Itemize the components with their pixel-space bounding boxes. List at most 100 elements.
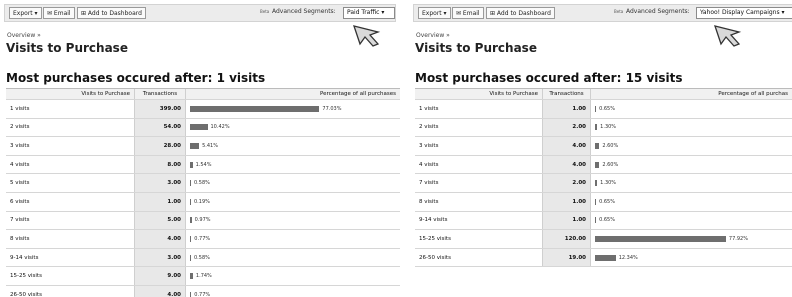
right-report-panel: Export ▾ ✉ Email ⊞ Add to Dashboard Beta…: [409, 0, 792, 297]
percentage-bar: [595, 105, 597, 112]
percentage-label: 1.30%: [600, 180, 617, 187]
transactions-cell: 4.00: [542, 155, 591, 174]
percentage-bar: [595, 217, 597, 224]
percentage-label: 0.58%: [194, 254, 210, 261]
transactions-cell: 120.00: [542, 230, 591, 248]
page-title: Visits to Purchase: [6, 41, 128, 55]
add-to-dashboard-button[interactable]: ⊞ Add to Dashboard: [77, 7, 146, 19]
percentage-bar: [190, 198, 191, 205]
transactions-cell: 9.00: [134, 267, 186, 285]
percentage-bar: [595, 254, 616, 261]
transactions-cell: 8.00: [134, 155, 186, 174]
table-row: 8 visits 1.00 0.65%: [415, 192, 792, 212]
visits-cell: 7 visits: [10, 217, 30, 224]
column-header-percentage[interactable]: Percentage of all purchases: [186, 89, 400, 99]
percentage-label: 12.34%: [618, 254, 638, 261]
add-to-dashboard-button[interactable]: ⊞ Add to Dashboard: [486, 7, 555, 19]
visits-cell: 8 visits: [10, 235, 30, 242]
transactions-cell: 1.00: [542, 211, 591, 230]
percentage-cell: 12.34%: [591, 249, 792, 267]
percentage-bar: [190, 180, 191, 187]
table-row: 4 visits 8.00 1.54%: [6, 155, 400, 175]
table-row: 15-25 visits 9.00 1.74%: [6, 267, 400, 286]
percentage-label: 0.77%: [194, 291, 211, 297]
percentage-bar: [190, 235, 192, 242]
transactions-cell: 3.00: [134, 248, 186, 267]
percentage-cell: 1.30%: [591, 174, 792, 192]
table-row: 2 visits 54.00 10.42%: [6, 118, 400, 138]
percentage-cell: 2.60%: [591, 137, 792, 155]
percentage-cell: 0.58%: [186, 249, 400, 267]
summary-headline: Most purchases occured after: 15 visits: [415, 71, 683, 85]
transactions-cell: 19.00: [542, 248, 591, 267]
percentage-bar: [190, 142, 200, 149]
breadcrumb[interactable]: Overview »: [416, 32, 450, 39]
percentage-label: 1.30%: [600, 124, 617, 131]
percentage-cell: 1.74%: [186, 267, 400, 285]
percentage-cell: 1.54%: [186, 156, 400, 174]
email-button[interactable]: ✉ Email: [452, 7, 484, 19]
percentage-cell: 0.19%: [186, 193, 400, 211]
percentage-label: 0.65%: [599, 105, 615, 112]
segment-select[interactable]: Paid Traffic ▾: [343, 7, 395, 19]
table-row: 26-50 visits 19.00 12.34%: [415, 248, 792, 268]
percentage-label: 10.42%: [210, 124, 230, 131]
percentage-cell: 0.65%: [591, 193, 792, 211]
table-row: 9-14 visits 1.00 0.65%: [415, 211, 792, 231]
column-header-transactions[interactable]: Transactions: [542, 89, 591, 99]
column-header-transactions[interactable]: Transactions: [134, 89, 186, 99]
percentage-bar: [190, 105, 320, 112]
percentage-cell: 77.03%: [186, 100, 400, 118]
visits-cell: 15-25 visits: [419, 235, 451, 242]
visits-cell: 4 visits: [10, 161, 30, 168]
column-header-visits[interactable]: Visits to Purchase: [415, 89, 542, 99]
email-button[interactable]: ✉ Email: [43, 7, 75, 19]
percentage-cell: 0.65%: [591, 212, 792, 230]
percentage-bar: [190, 291, 192, 297]
transactions-cell: 399.00: [134, 100, 186, 118]
visits-table: Visits to Purchase Transactions Percentage…: [415, 88, 792, 268]
percentage-cell: 10.42%: [186, 119, 400, 137]
percentage-label: 0.65%: [599, 198, 615, 205]
visits-cell: 2 visits: [10, 124, 30, 131]
table-row: 9-14 visits 3.00 0.58%: [6, 248, 400, 268]
transactions-cell: 1.00: [542, 192, 591, 211]
percentage-label: 1.74%: [195, 273, 212, 280]
visits-cell: 7 visits: [419, 180, 439, 187]
percentage-bar: [190, 273, 193, 280]
transactions-cell: 4.00: [134, 230, 186, 248]
visits-cell: 3 visits: [419, 142, 439, 149]
transactions-cell: 3.00: [134, 174, 186, 192]
table-row: 3 visits 4.00 2.60%: [415, 137, 792, 156]
table-row: 6 visits 1.00 0.19%: [6, 192, 400, 212]
table-header-row: Visits to Purchase Transactions Percentage…: [415, 89, 792, 100]
segment-select[interactable]: Yahoo! Display Campaigns ▾: [696, 7, 792, 19]
arrow-pointer-icon: [714, 25, 742, 47]
table-row: 7 visits 5.00 0.97%: [6, 211, 400, 231]
percentage-cell: 0.58%: [186, 174, 400, 192]
table-row: 26-50 visits 4.00 0.77%: [6, 285, 400, 297]
table-row: 4 visits 4.00 2.60%: [415, 155, 792, 175]
percentage-label: 1.54%: [195, 161, 212, 168]
column-header-percentage[interactable]: Percentage of all purchas: [591, 89, 792, 99]
transactions-cell: 4.00: [134, 285, 186, 297]
visits-cell: 4 visits: [419, 161, 439, 168]
percentage-cell: 0.77%: [186, 230, 400, 248]
visits-cell: 8 visits: [419, 198, 439, 205]
percentage-label: 77.03%: [322, 105, 342, 112]
column-header-visits[interactable]: Visits to Purchase: [6, 89, 134, 99]
left-report-panel: Export ▾ ✉ Email ⊞ Add to Dashboard Beta…: [0, 0, 400, 297]
table-row: 8 visits 4.00 0.77%: [6, 230, 400, 249]
breadcrumb[interactable]: Overview »: [7, 32, 41, 39]
percentage-label: 77.92%: [728, 235, 748, 242]
export-button[interactable]: Export ▾: [418, 7, 451, 19]
percentage-bar: [595, 198, 597, 205]
transactions-cell: 2.00: [542, 118, 591, 137]
arrow-pointer-icon: [353, 25, 381, 47]
percentage-label: 0.58%: [194, 180, 210, 187]
export-button[interactable]: Export ▾: [9, 7, 42, 19]
beta-label: Beta: [260, 9, 270, 14]
percentage-bar: [190, 254, 191, 261]
percentage-cell: 2.60%: [591, 156, 792, 174]
visits-cell: 26-50 visits: [10, 291, 42, 297]
